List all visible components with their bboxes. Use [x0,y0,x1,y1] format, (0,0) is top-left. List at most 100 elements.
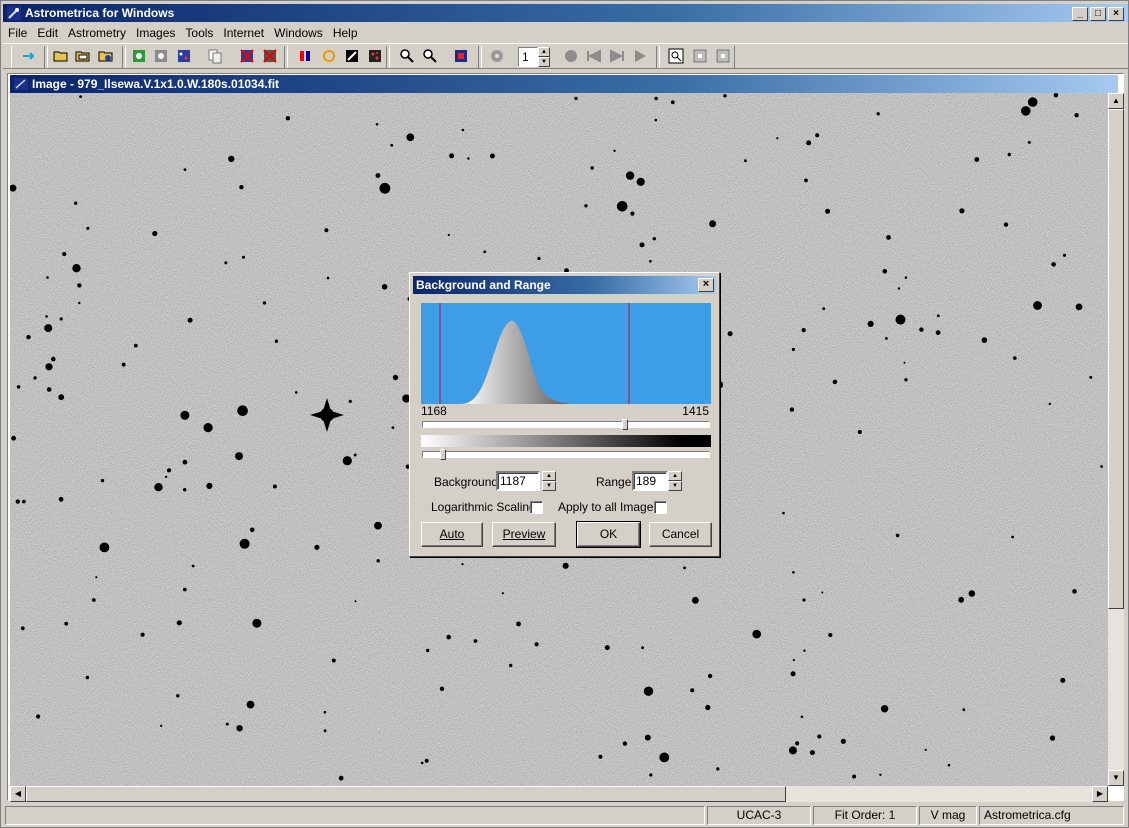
settings-gray-icon[interactable] [153,48,169,64]
scroll-right-icon[interactable]: ▶ [1092,786,1108,802]
menu-astrometry[interactable]: Astrometry [63,23,131,43]
star [224,261,228,265]
star [857,430,862,434]
menu-tools[interactable]: Tools [180,23,218,43]
open-folder-stack-icon[interactable] [75,48,91,64]
star [958,596,965,603]
lower-slider-track[interactable] [422,449,710,460]
star [652,237,656,241]
star [77,283,82,288]
horizontal-scroll-thumb[interactable] [26,786,786,802]
star [154,483,163,492]
compass-icon[interactable] [344,48,360,64]
spin-down-icon[interactable]: ▼ [668,481,682,491]
cancel-button[interactable]: Cancel [649,522,712,547]
load-images-icon[interactable] [98,48,114,64]
star [723,94,727,98]
spin-down-icon[interactable]: ▼ [542,481,556,491]
star [1100,465,1103,468]
apply-all-checkbox[interactable] [654,501,667,514]
settings-green-icon[interactable] [131,48,147,64]
star [239,185,244,190]
star [236,725,243,732]
histogram-curve [461,320,571,404]
star [935,330,941,335]
arrow-right-icon[interactable] [21,48,37,64]
circle-icon[interactable] [321,48,337,64]
scroll-left-icon[interactable]: ◀ [10,786,26,802]
range-input[interactable]: 189 [632,471,668,491]
star [1048,402,1052,406]
spin-up-icon[interactable]: ▲ [668,471,682,481]
star [904,276,908,279]
film-icon[interactable] [489,48,505,64]
lower-slider-thumb[interactable] [440,449,446,460]
menu-help[interactable]: Help [328,23,363,43]
copy-icon[interactable] [207,48,223,64]
spin-down-icon[interactable]: ▼ [538,57,550,67]
vertical-scrollbar[interactable]: ▲ ▼ [1108,93,1124,786]
star [800,715,804,719]
menu-internet[interactable]: Internet [218,23,269,43]
upper-slider-thumb[interactable] [622,419,628,430]
star [79,95,82,98]
star [852,774,857,779]
star [228,155,235,163]
star [381,284,388,290]
star [981,337,988,343]
play-icon[interactable] [632,48,648,64]
flag-icon[interactable] [453,48,469,64]
menu-windows[interactable]: Windows [269,23,328,43]
color-icon[interactable] [297,48,313,64]
upper-slider-track[interactable] [422,419,710,430]
ok-button[interactable]: OK [576,521,641,548]
log-scaling-checkbox[interactable] [530,501,543,514]
star [338,775,344,781]
scroll-down-icon[interactable]: ▼ [1108,770,1124,786]
star [1027,97,1038,107]
close-button[interactable]: × [1108,7,1124,21]
preview-button[interactable]: Preview [492,522,556,547]
minimize-button[interactable]: _ [1072,7,1088,21]
record-icon[interactable] [563,48,579,64]
star [654,118,658,122]
background-input[interactable]: 1187 [496,471,540,491]
vertical-scroll-thumb[interactable] [1108,109,1124,609]
frame-number-input[interactable]: 1 [518,47,538,67]
scroll-up-icon[interactable]: ▲ [1108,93,1124,109]
next-icon[interactable] [609,48,625,64]
zoom-in-icon[interactable] [399,48,415,64]
status-magnitude: V mag [919,806,977,825]
star [562,562,569,569]
delete-images-icon[interactable] [262,48,278,64]
star [897,287,901,290]
star [225,722,229,726]
spin-up-icon[interactable]: ▲ [542,471,556,481]
star [183,587,187,592]
small-square-2-icon[interactable] [715,48,731,64]
range-spinner[interactable]: ▲ ▼ [668,471,682,491]
star [959,208,965,214]
dialog-close-icon[interactable]: × [698,278,714,292]
previous-icon[interactable] [586,48,602,64]
star [516,621,521,627]
delete-stars-icon[interactable] [239,48,255,64]
menu-edit[interactable]: Edit [32,23,63,43]
spin-up-icon[interactable]: ▲ [538,47,550,57]
star [164,475,168,479]
red-grid-icon[interactable] [367,48,383,64]
background-spinner[interactable]: ▲ ▼ [542,471,556,491]
menu-images[interactable]: Images [131,23,180,43]
menu-file[interactable]: File [3,23,32,43]
open-folder-icon[interactable] [53,48,69,64]
maximize-button[interactable]: □ [1090,7,1106,21]
zoom-out-icon[interactable] [422,48,438,64]
small-square-icon[interactable] [692,48,708,64]
app-titlebar: Astrometrica for Windows _ □ × [3,4,1128,22]
horizontal-scrollbar[interactable]: ◀ ▶ [10,786,1108,802]
zoom-fit-icon[interactable] [668,48,684,64]
star [176,620,182,626]
auto-button[interactable]: Auto [421,522,483,547]
blink-stars-icon[interactable] [176,48,192,64]
frame-spinner[interactable]: ▲ ▼ [538,47,550,67]
